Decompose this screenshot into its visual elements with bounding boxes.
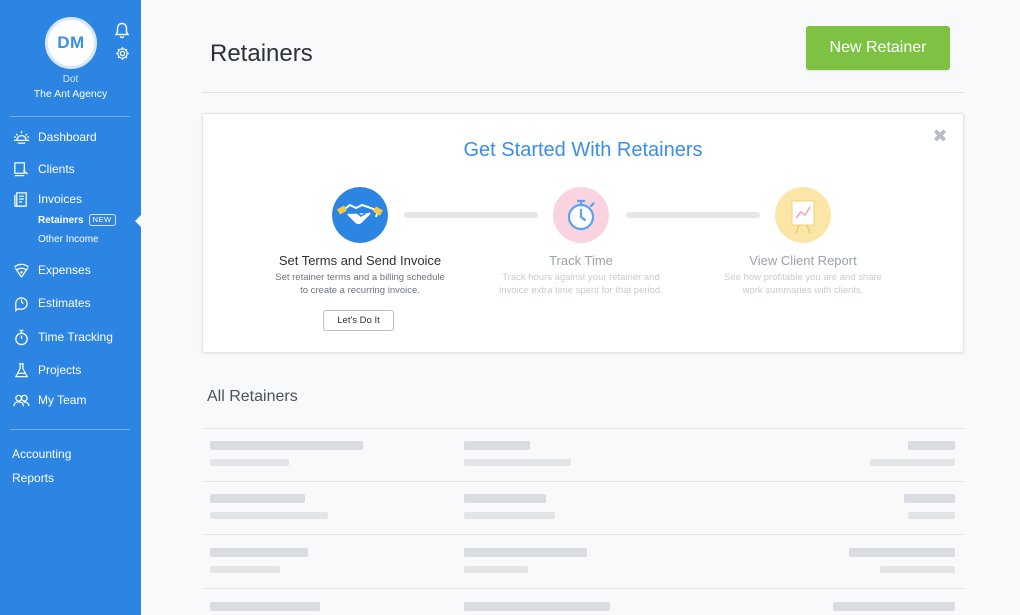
dashboard-sun-icon (12, 128, 30, 146)
new-badge: NEW (88, 214, 116, 226)
user-name: Dot (62, 74, 79, 85)
placeholder-bar (464, 602, 610, 611)
sidebar-link-reports[interactable]: Reports (12, 471, 54, 485)
sidebar-item-label: Projects (38, 363, 82, 377)
sidebar-item-projects[interactable]: Projects (12, 359, 81, 381)
stopwatch-icon (12, 328, 30, 346)
step-description-line: to create a recurring invoice. (300, 285, 420, 296)
step-connector (404, 212, 538, 218)
sidebar-item-clients[interactable]: Clients (12, 158, 75, 180)
placeholder-bar (464, 566, 528, 573)
sidebar-subitem-retainers[interactable]: Retainers NEW (38, 214, 116, 226)
team-icon (12, 391, 30, 409)
placeholder-bar (464, 494, 546, 503)
expenses-icon (12, 261, 30, 279)
sidebar-item-label: Invoices (38, 192, 83, 206)
user-agency: The Ant Agency (33, 88, 108, 100)
new-retainer-button[interactable]: New Retainer (806, 26, 950, 70)
page-title: Retainers (210, 40, 313, 67)
avatar-initials: DM (57, 33, 85, 52)
step-description-line: work summaries with clients. (742, 285, 864, 296)
sidebar-item-expenses[interactable]: Expenses (12, 259, 91, 281)
invoices-icon (12, 190, 30, 208)
estimates-icon (12, 294, 30, 312)
placeholder-bar (210, 494, 305, 503)
placeholder-bar (880, 566, 955, 573)
step-title: View Client Report (749, 253, 857, 268)
sidebar-divider (10, 429, 130, 430)
clients-icon (12, 160, 30, 178)
placeholder-bar (464, 548, 587, 557)
avatar[interactable]: DM (45, 17, 97, 69)
active-indicator (135, 215, 141, 227)
lets-do-it-button[interactable]: Let's Do It (323, 310, 394, 331)
sidebar-item-dashboard[interactable]: Dashboard (12, 126, 97, 148)
list-divider (202, 588, 964, 589)
sidebar: DM Dot The Ant Agency Dashboard Clients … (0, 0, 141, 615)
placeholder-bar (210, 566, 280, 573)
step-description: See how profitable you are and share wor… (693, 271, 913, 297)
sidebar-subitem-other-income[interactable]: Other Income (38, 234, 99, 245)
sidebar-item-label: My Team (38, 393, 87, 407)
stopwatch-icon (553, 187, 609, 243)
placeholder-bar (464, 459, 571, 466)
sidebar-subitem-label: Retainers (38, 214, 84, 226)
flask-icon (12, 361, 30, 379)
step-description: Track hours against your retainer and in… (471, 271, 691, 297)
sidebar-item-label: Time Tracking (38, 330, 113, 344)
placeholder-bar (210, 548, 308, 557)
placeholder-bar (904, 494, 955, 503)
placeholder-bar (464, 512, 555, 519)
header-divider (202, 92, 964, 93)
placeholder-bar (833, 602, 955, 611)
report-chart-icon (775, 187, 831, 243)
sidebar-item-label: Dashboard (38, 130, 97, 144)
step-description-line: Set retainer terms and a billing schedul… (275, 272, 445, 283)
placeholder-bar (908, 441, 955, 450)
list-divider (202, 481, 964, 482)
placeholder-bar (849, 548, 955, 557)
sidebar-item-label: Clients (38, 162, 75, 176)
handshake-icon (332, 187, 388, 243)
bell-icon[interactable] (114, 22, 130, 40)
step-description-line: invoice extra time spent for that period… (499, 285, 663, 296)
placeholder-bar (210, 459, 289, 466)
step-description-line: See how profitable you are and share (724, 272, 882, 283)
sidebar-item-my-team[interactable]: My Team (12, 389, 86, 411)
sidebar-item-estimates[interactable]: Estimates (12, 292, 91, 314)
sidebar-link-accounting[interactable]: Accounting (12, 447, 71, 461)
list-divider (202, 534, 964, 535)
placeholder-bar (870, 459, 955, 466)
placeholder-bar (908, 512, 955, 519)
sidebar-item-label: Expenses (38, 263, 91, 277)
step-description: Set retainer terms and a billing schedul… (250, 271, 470, 297)
sidebar-divider (10, 116, 130, 117)
placeholder-bar (210, 512, 328, 519)
list-divider (202, 428, 964, 429)
placeholder-bar (210, 441, 363, 450)
all-retainers-title: All Retainers (207, 388, 298, 405)
onboarding-title: Get Started With Retainers (463, 139, 703, 161)
step-description-line: Track hours against your retainer and (502, 272, 660, 283)
gear-icon[interactable] (115, 46, 130, 61)
sidebar-subitem-label: Other Income (38, 234, 99, 245)
sidebar-item-time-tracking[interactable]: Time Tracking (12, 326, 113, 348)
step-title: Track Time (549, 253, 613, 268)
sidebar-item-invoices[interactable]: Invoices (12, 188, 82, 210)
placeholder-bar (464, 441, 530, 450)
step-connector (626, 212, 760, 218)
step-title: Set Terms and Send Invoice (278, 253, 442, 268)
sidebar-item-label: Estimates (38, 296, 91, 310)
placeholder-bar (210, 602, 320, 611)
